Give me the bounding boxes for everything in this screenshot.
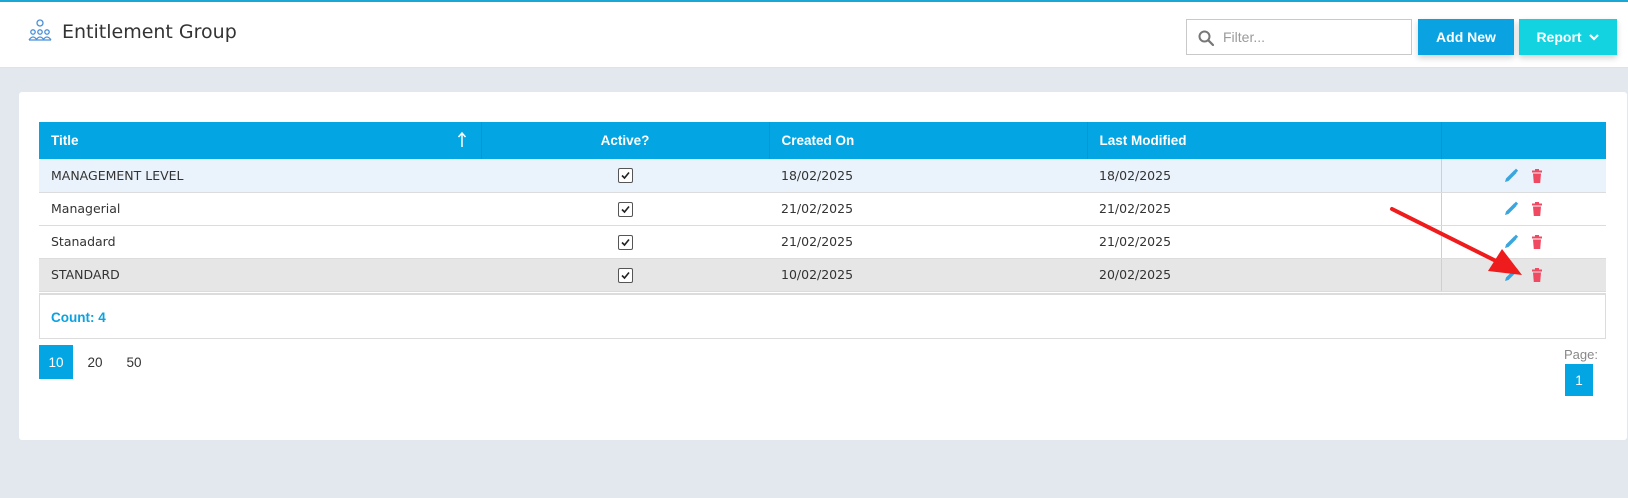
cell-created-on: 18/02/2025 [769,159,1087,193]
page-size-selector: 10 20 50 [39,345,156,379]
cell-last-modified: 18/02/2025 [1087,159,1441,193]
column-header-last-modified[interactable]: Last Modified [1087,122,1442,159]
page-header: Entitlement Group Add New Report [0,2,1628,68]
cell-actions [1440,159,1606,193]
column-header-created-on[interactable]: Created On [769,122,1088,159]
page-title: Entitlement Group [62,21,237,43]
table-row[interactable]: Stanadard 21/02/2025 21/02/2025 [39,225,1606,259]
sort-ascending-icon[interactable] [457,131,467,149]
cell-title: MANAGEMENT LEVEL [39,159,481,193]
column-title-label: Title [51,133,79,148]
annotation-arrow [1390,207,1522,275]
add-new-button[interactable]: Add New [1418,19,1514,55]
entitlement-table: Title Active? Created On Last Modified M… [39,122,1606,292]
checkmark-icon [620,172,630,180]
column-header-title[interactable]: Title [39,122,482,159]
active-checkbox[interactable] [617,168,633,184]
active-checkbox[interactable] [617,234,633,250]
table-body: MANAGEMENT LEVEL 18/02/2025 18/02/2025 Mana… [39,159,1606,292]
column-header-actions [1441,122,1606,159]
checkmark-icon [620,271,630,279]
filter-field[interactable] [1186,19,1412,55]
cell-created-on: 21/02/2025 [769,225,1087,259]
trash-icon[interactable] [1529,267,1545,283]
grid-footer: Count: 4 [39,293,1606,339]
cell-created-on: 21/02/2025 [769,192,1087,226]
page-size-option[interactable]: 20 [78,345,112,379]
group-icon [28,19,52,41]
cell-created-on: 10/02/2025 [769,258,1087,292]
active-checkbox[interactable] [617,201,633,217]
cell-title: Managerial [39,192,481,226]
cell-title: Stanadard [39,225,481,259]
cell-active [481,225,769,259]
pencil-icon[interactable] [1503,168,1519,184]
checkmark-icon [620,238,630,246]
search-icon [1198,30,1215,47]
page-size-option[interactable]: 50 [117,345,151,379]
cell-active [481,159,769,193]
checkmark-icon [620,205,630,213]
trash-icon[interactable] [1529,201,1545,217]
add-new-label: Add New [1436,29,1496,45]
page-number-button[interactable]: 1 [1565,364,1593,396]
table-row[interactable]: MANAGEMENT LEVEL 18/02/2025 18/02/2025 [39,159,1606,193]
cell-active [481,192,769,226]
active-checkbox[interactable] [617,267,633,283]
page-size-option[interactable]: 10 [39,345,73,379]
data-grid: Title Active? Created On Last Modified M… [39,122,1606,292]
filter-input[interactable] [1223,20,1409,54]
cell-active [481,258,769,292]
trash-icon[interactable] [1529,234,1545,250]
cell-title: STANDARD [39,258,481,292]
report-button[interactable]: Report [1519,19,1617,55]
record-count: Count: 4 [51,310,106,325]
column-header-active[interactable]: Active? [481,122,770,159]
trash-icon[interactable] [1529,168,1545,184]
table-row[interactable]: STANDARD 10/02/2025 20/02/2025 [39,258,1606,292]
page-label: Page: [1564,347,1598,362]
grid-card: Title Active? Created On Last Modified M… [19,92,1627,440]
table-row[interactable]: Managerial 21/02/2025 21/02/2025 [39,192,1606,226]
chevron-down-icon [1588,34,1599,41]
report-label: Report [1536,29,1582,45]
header-row: Title Active? Created On Last Modified [39,122,1606,159]
